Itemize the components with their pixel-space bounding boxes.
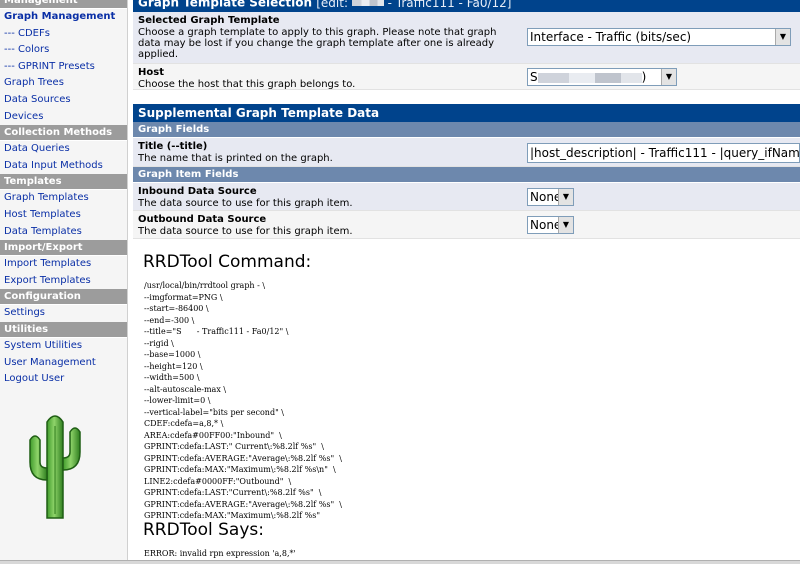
sidebar-item-colors[interactable]: --- Colors (0, 42, 127, 59)
graph-item-fields-header: Graph Item Fields (133, 167, 800, 182)
command-line: --vertical-label="bits per second" \ (144, 407, 284, 417)
outbound-desc: The data source to use for this graph it… (138, 226, 353, 237)
command-line: LINE2:cdefa#0000FF:"Outbound" \ (144, 476, 292, 486)
sidebar-item-import-templates[interactable]: Import Templates (0, 256, 127, 273)
command-line: --width=500 \ (144, 373, 200, 382)
graph-title-input-value: |host_description| - Traffic111 - |query… (530, 146, 800, 160)
host-select-value-suffix: ) (641, 70, 647, 84)
inbound-label: Inbound Data Source (138, 186, 257, 197)
sidebar-header-collection-methods: Collection Methods (0, 125, 127, 142)
command-line: --lower-limit=0 \ (144, 396, 211, 405)
sidebar-item-host-templates[interactable]: Host Templates (0, 207, 127, 224)
chevron-down-icon[interactable]: ▼ (558, 189, 573, 205)
command-line: GPRINT:cdefa:LAST:" Current\:%8.2lf %s" … (144, 442, 324, 451)
command-line: GPRINT:cdefa:AVERAGE:"Average\:%8.2lf %s… (144, 499, 342, 509)
sidebar-header-utilities: Utilities (0, 321, 127, 338)
title-row: Title (--title) The name that is printed… (133, 138, 800, 167)
sidebar-item-cdefs[interactable]: --- CDEFs (0, 26, 127, 43)
edit-prefix: [edit: (316, 0, 352, 10)
command-line: GPRINT:cdefa:LAST:"Current\:%8.2lf %s" \ (144, 488, 322, 497)
graph-template-selection-title: Graph Template Selection [edit: - Traffi… (133, 0, 800, 12)
outbound-data-source-select[interactable]: None ▼ (527, 216, 574, 234)
inbound-data-source-row: Inbound Data Source The data source to u… (133, 183, 800, 211)
supplemental-data-title: Supplemental Graph Template Data (133, 104, 800, 122)
sidebar-header-templates: Templates (0, 174, 127, 191)
sidebar-item-export-templates[interactable]: Export Templates (0, 273, 127, 290)
sidebar-item-data-queries[interactable]: Data Queries (0, 141, 127, 158)
command-line: AREA:cdefa#00FF00:"Inbound" \ (144, 430, 282, 440)
outbound-select-value: None (530, 218, 562, 232)
command-line: --alt-autoscale-max \ (144, 384, 227, 394)
sidebar-header-configuration: Configuration (0, 289, 127, 306)
sidebar-item-settings[interactable]: Settings (0, 305, 127, 322)
host-label: Host (138, 67, 164, 78)
command-line: --imgformat=PNG \ (144, 292, 223, 302)
command-line: --end=-300 \ (144, 315, 195, 325)
cactus-icon (29, 415, 81, 519)
command-line: --title="S - Traffic111 - Fa0/12" \ (144, 327, 289, 336)
rrdtool-command-block: /usr/local/bin/rrdtool graph - \ --imgfor… (144, 280, 342, 522)
command-line: /usr/local/bin/rrdtool graph - \ (144, 281, 266, 290)
rrdtool-says-heading: RRDTool Says: (143, 520, 264, 540)
command-line: CDEF:cdefa=a,8,* \ (144, 419, 224, 428)
sidebar-item-logout-user[interactable]: Logout User (0, 371, 127, 388)
chevron-down-icon[interactable]: ▼ (775, 29, 790, 45)
redacted-text (351, 0, 384, 6)
sidebar-item-data-templates[interactable]: Data Templates (0, 224, 127, 241)
host-select-value-prefix: S (530, 70, 538, 84)
chevron-down-icon[interactable]: ▼ (558, 217, 573, 233)
edit-suffix: - Traffic111 - Fa0/12] (383, 0, 512, 10)
edit-breadcrumb: [edit: - Traffic111 - Fa0/12] (316, 0, 511, 10)
sidebar-nav: Management Graph Management --- CDEFs --- … (0, 0, 128, 560)
window-bottom-edge (0, 560, 800, 564)
inbound-data-source-select[interactable]: None ▼ (527, 188, 574, 206)
rrdtool-command-heading: RRDTool Command: (143, 252, 312, 272)
sidebar-item-graph-management[interactable]: Graph Management (0, 9, 127, 26)
section-title-text: Graph Template Selection (138, 0, 313, 10)
inbound-select-value: None (530, 190, 562, 204)
host-desc: Choose the host that this graph belongs … (138, 79, 356, 90)
title-desc: The name that is printed on the graph. (138, 153, 333, 164)
inbound-desc: The data source to use for this graph it… (138, 198, 353, 209)
selected-graph-template-desc: Choose a graph template to apply to this… (138, 27, 497, 60)
sidebar-item-data-input-methods[interactable]: Data Input Methods (0, 158, 127, 175)
sidebar-header-management: Management (0, 0, 127, 9)
sidebar-item-gprint-presets[interactable]: --- GPRINT Presets (0, 59, 127, 76)
outbound-data-source-row: Outbound Data Source The data source to … (133, 211, 800, 239)
command-line: --base=1000 \ (144, 350, 201, 359)
command-line: GPRINT:cdefa:MAX:"Maximum\:%8.2lf %s\n" … (144, 465, 336, 474)
sidebar-item-graph-trees[interactable]: Graph Trees (0, 75, 127, 92)
redacted-host (537, 72, 642, 83)
command-line: GPRINT:cdefa:AVERAGE:"Average\:%8.2lf %s… (144, 453, 342, 463)
selected-graph-template-label: Selected Graph Template (138, 15, 280, 26)
sidebar-menu-list: Graph Management --- CDEFs --- Colors --- G… (0, 9, 127, 388)
sidebar-item-devices[interactable]: Devices (0, 109, 127, 126)
graph-template-select-value: Interface - Traffic (bits/sec) (530, 30, 692, 44)
host-select[interactable]: S) ▼ (527, 68, 677, 86)
selected-graph-template-row: Selected Graph Template Choose a graph t… (133, 12, 800, 64)
chevron-down-icon[interactable]: ▼ (661, 69, 676, 85)
sidebar-item-system-utilities[interactable]: System Utilities (0, 338, 127, 355)
host-row: Host Choose the host that this graph bel… (133, 64, 800, 90)
graph-title-input[interactable]: |host_description| - Traffic111 - |query… (527, 143, 800, 163)
sidebar-item-graph-templates[interactable]: Graph Templates (0, 190, 127, 207)
command-line: --rigid \ (144, 338, 174, 348)
graph-fields-header: Graph Fields (133, 122, 800, 137)
graph-template-select[interactable]: Interface - Traffic (bits/sec) ▼ (527, 28, 791, 46)
sidebar-item-data-sources[interactable]: Data Sources (0, 92, 127, 109)
sidebar-item-user-management[interactable]: User Management (0, 355, 127, 372)
sidebar-header-import-export: Import/Export (0, 240, 127, 257)
outbound-label: Outbound Data Source (138, 214, 267, 225)
rrdtool-says-text: ERROR: invalid rpn expression 'a,8,*' (144, 549, 296, 558)
command-line: --height=120 \ (144, 361, 203, 371)
command-line: --start=-86400 \ (144, 304, 209, 313)
